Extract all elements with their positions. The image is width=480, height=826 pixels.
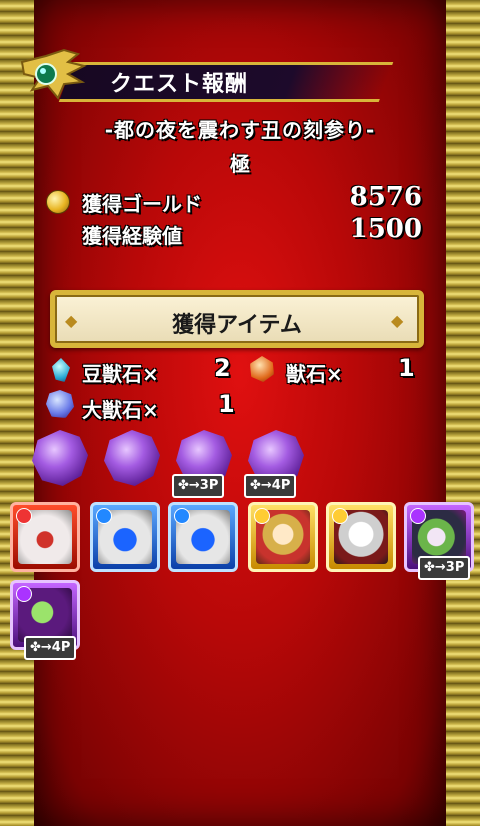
header-banner: クエスト報酬 <box>18 48 394 104</box>
exp-label: 獲得経験値 <box>82 224 182 248</box>
small-beast-stone-label: 豆獣石× <box>82 362 159 386</box>
items-header-label: 獲得アイテム <box>172 313 302 338</box>
light-attribute-icon <box>332 508 348 524</box>
large-beast-stone-count: 1 <box>218 390 235 418</box>
items-header: ◆ 獲得アイテム ◆ <box>50 290 424 348</box>
light-attribute-icon <box>254 508 270 524</box>
gold-coin-icon <box>46 190 70 214</box>
difficulty-label: 極 <box>230 152 250 176</box>
ornament-right-icon: ◆ <box>391 311 404 330</box>
gold-label: 獲得ゴールド <box>82 192 202 216</box>
bonus-tag-stone-3: ✤→3P <box>172 474 225 498</box>
monster-card-fire[interactable] <box>10 502 80 572</box>
fire-attribute-icon <box>16 508 32 524</box>
water-attribute-icon <box>96 508 112 524</box>
emblem-icon <box>20 48 87 100</box>
monster-card-light-1[interactable] <box>248 502 318 572</box>
header-title: クエスト報酬 <box>110 72 249 97</box>
quest-name: -都の夜を震わす丑の刻参り- <box>104 118 376 142</box>
dark-attribute-icon <box>16 586 32 602</box>
bonus-tag-monster-6: ✤→3P <box>418 556 471 580</box>
beast-stone-label: 獣石× <box>286 362 343 386</box>
dark-attribute-icon <box>410 508 426 524</box>
gold-value: 8576 <box>349 182 422 212</box>
bonus-tag-monster-7: ✤→4P <box>24 636 77 660</box>
water-attribute-icon <box>174 508 190 524</box>
large-beast-stone-label: 大獣石× <box>82 398 159 422</box>
bonus-tag-stone-4: ✤→4P <box>244 474 297 498</box>
monster-card-light-2[interactable] <box>326 502 396 572</box>
exp-value: 1500 <box>349 214 422 244</box>
small-beast-stone-count: 2 <box>214 354 231 382</box>
monster-card-water-1[interactable] <box>90 502 160 572</box>
monster-card-water-2[interactable] <box>168 502 238 572</box>
beast-stone-count: 1 <box>398 354 415 382</box>
